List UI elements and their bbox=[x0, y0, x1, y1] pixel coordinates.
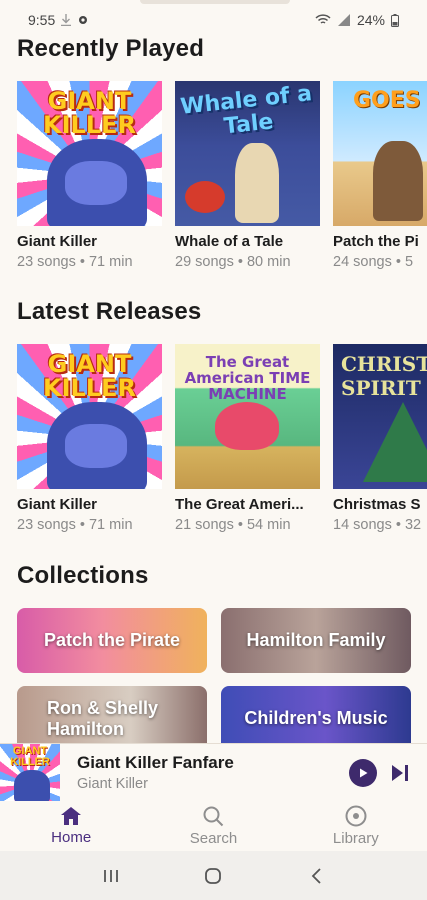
library-icon bbox=[345, 805, 367, 827]
home-icon bbox=[61, 807, 82, 825]
home-circle-icon bbox=[205, 867, 222, 884]
latest-releases-carousel[interactable]: GIANT KILLER Giant Killer 23 songs • 71 … bbox=[17, 344, 427, 533]
latest-releases-heading: Latest Releases bbox=[17, 298, 202, 325]
tab-label: Home bbox=[51, 829, 92, 846]
status-time: 9:55 bbox=[28, 12, 56, 28]
recent-apps-button[interactable] bbox=[91, 861, 131, 891]
collection-tile-patch-the-pirate[interactable]: Patch the Pirate bbox=[17, 608, 207, 673]
now-playing-art-title: GIANT KILLER bbox=[10, 744, 50, 768]
album-art-title: CHRISTMAS SPIRIT bbox=[341, 352, 427, 400]
album-art: GIANT KILLER bbox=[17, 344, 162, 489]
album-art-title: GIANT KILLER bbox=[43, 350, 136, 402]
now-playing-art: GIANT KILLER bbox=[0, 743, 60, 802]
status-bar: 9:55 24% bbox=[0, 0, 427, 40]
play-button[interactable] bbox=[349, 758, 377, 787]
collections-heading: Collections bbox=[17, 562, 149, 589]
collection-tile-hamilton-family[interactable]: Hamilton Family bbox=[221, 608, 411, 673]
recently-played-heading: Recently Played bbox=[17, 35, 205, 62]
collection-label: Hamilton Family bbox=[246, 630, 386, 650]
skip-next-icon bbox=[392, 764, 408, 781]
collection-tile-ron-shelly-hamilton[interactable]: Ron & Shelly Hamilton bbox=[17, 686, 207, 751]
album-name: Giant Killer bbox=[17, 496, 98, 513]
next-track-button[interactable] bbox=[387, 760, 413, 786]
play-icon bbox=[360, 768, 368, 777]
battery-icon bbox=[391, 13, 399, 27]
download-icon bbox=[61, 14, 72, 26]
mini-player[interactable]: GIANT KILLER Giant Killer Fanfare Giant … bbox=[0, 743, 427, 802]
album-name: Patch the Pi bbox=[333, 233, 419, 250]
album-meta: 24 songs • 5 bbox=[333, 254, 414, 270]
album-art: GIANT KILLER bbox=[17, 81, 162, 226]
tab-label: Search bbox=[189, 830, 238, 847]
collection-label: Ron & Shelly Hamilton bbox=[47, 697, 159, 739]
collection-tile-childrens-music[interactable]: Children's Music bbox=[221, 686, 411, 751]
album-art: Whale of a Tale bbox=[175, 81, 320, 226]
back-button[interactable] bbox=[296, 861, 336, 891]
tab-library[interactable]: Library bbox=[285, 801, 427, 851]
recents-icon bbox=[104, 869, 119, 882]
now-playing-album: Giant Killer bbox=[77, 776, 148, 792]
album-art-title: The Great American TIME MACHINE bbox=[184, 353, 311, 403]
album-card[interactable]: GOES W Patch the Pi 24 songs • 5 bbox=[333, 81, 427, 270]
tab-label: Library bbox=[332, 830, 379, 847]
wifi-icon bbox=[315, 14, 331, 24]
album-name: Whale of a Tale bbox=[175, 233, 284, 250]
system-nav-bar bbox=[0, 851, 427, 900]
album-art: The Great American TIME MACHINE bbox=[175, 344, 320, 489]
now-playing-info[interactable]: Giant Killer Fanfare Giant Killer bbox=[77, 753, 349, 792]
album-name: Christmas S bbox=[333, 496, 421, 513]
top-handle bbox=[140, 0, 290, 4]
search-icon bbox=[203, 806, 224, 827]
home-nav-button[interactable] bbox=[193, 861, 233, 891]
album-card[interactable]: The Great American TIME MACHINE The Grea… bbox=[175, 344, 320, 533]
album-meta: 23 songs • 71 min bbox=[17, 517, 133, 533]
album-art: GOES W bbox=[333, 81, 427, 226]
album-art-title: GOES W bbox=[353, 88, 427, 113]
album-card[interactable]: GIANT KILLER Giant Killer 23 songs • 71 … bbox=[17, 344, 162, 533]
now-playing-track: Giant Killer Fanfare bbox=[77, 753, 234, 772]
album-name: The Great Ameri... bbox=[175, 496, 304, 513]
album-meta: 23 songs • 71 min bbox=[17, 254, 133, 270]
album-meta: 21 songs • 54 min bbox=[175, 517, 291, 533]
collection-label: Patch the Pirate bbox=[43, 630, 181, 650]
album-art-title: Whale of a Tale bbox=[179, 81, 314, 140]
album-art-title: GIANT KILLER bbox=[43, 87, 136, 139]
app-screen: 9:55 24% Recently Played GIANT KILLER Gi… bbox=[0, 0, 427, 900]
gear-icon bbox=[79, 16, 88, 24]
tab-search[interactable]: Search bbox=[142, 801, 284, 851]
album-card[interactable]: Whale of a Tale Whale of a Tale 29 songs… bbox=[175, 81, 320, 270]
signal-icon bbox=[337, 14, 350, 26]
album-meta: 14 songs • 32 bbox=[333, 517, 422, 533]
recently-played-carousel[interactable]: GIANT KILLER Giant Killer 23 songs • 71 … bbox=[17, 81, 427, 270]
back-icon bbox=[311, 867, 321, 884]
album-art: CHRISTMAS SPIRIT bbox=[333, 344, 427, 489]
album-meta: 29 songs • 80 min bbox=[175, 254, 291, 270]
album-card[interactable]: CHRISTMAS SPIRIT Christmas S 14 songs • … bbox=[333, 344, 427, 533]
tab-home[interactable]: Home bbox=[0, 801, 142, 851]
battery-percent: 24% bbox=[356, 12, 385, 28]
album-card[interactable]: GIANT KILLER Giant Killer 23 songs • 71 … bbox=[17, 81, 162, 270]
album-name: Giant Killer bbox=[17, 233, 98, 250]
bottom-tab-bar: Home Search Library bbox=[0, 801, 427, 851]
collection-label: Children's Music bbox=[244, 708, 388, 728]
